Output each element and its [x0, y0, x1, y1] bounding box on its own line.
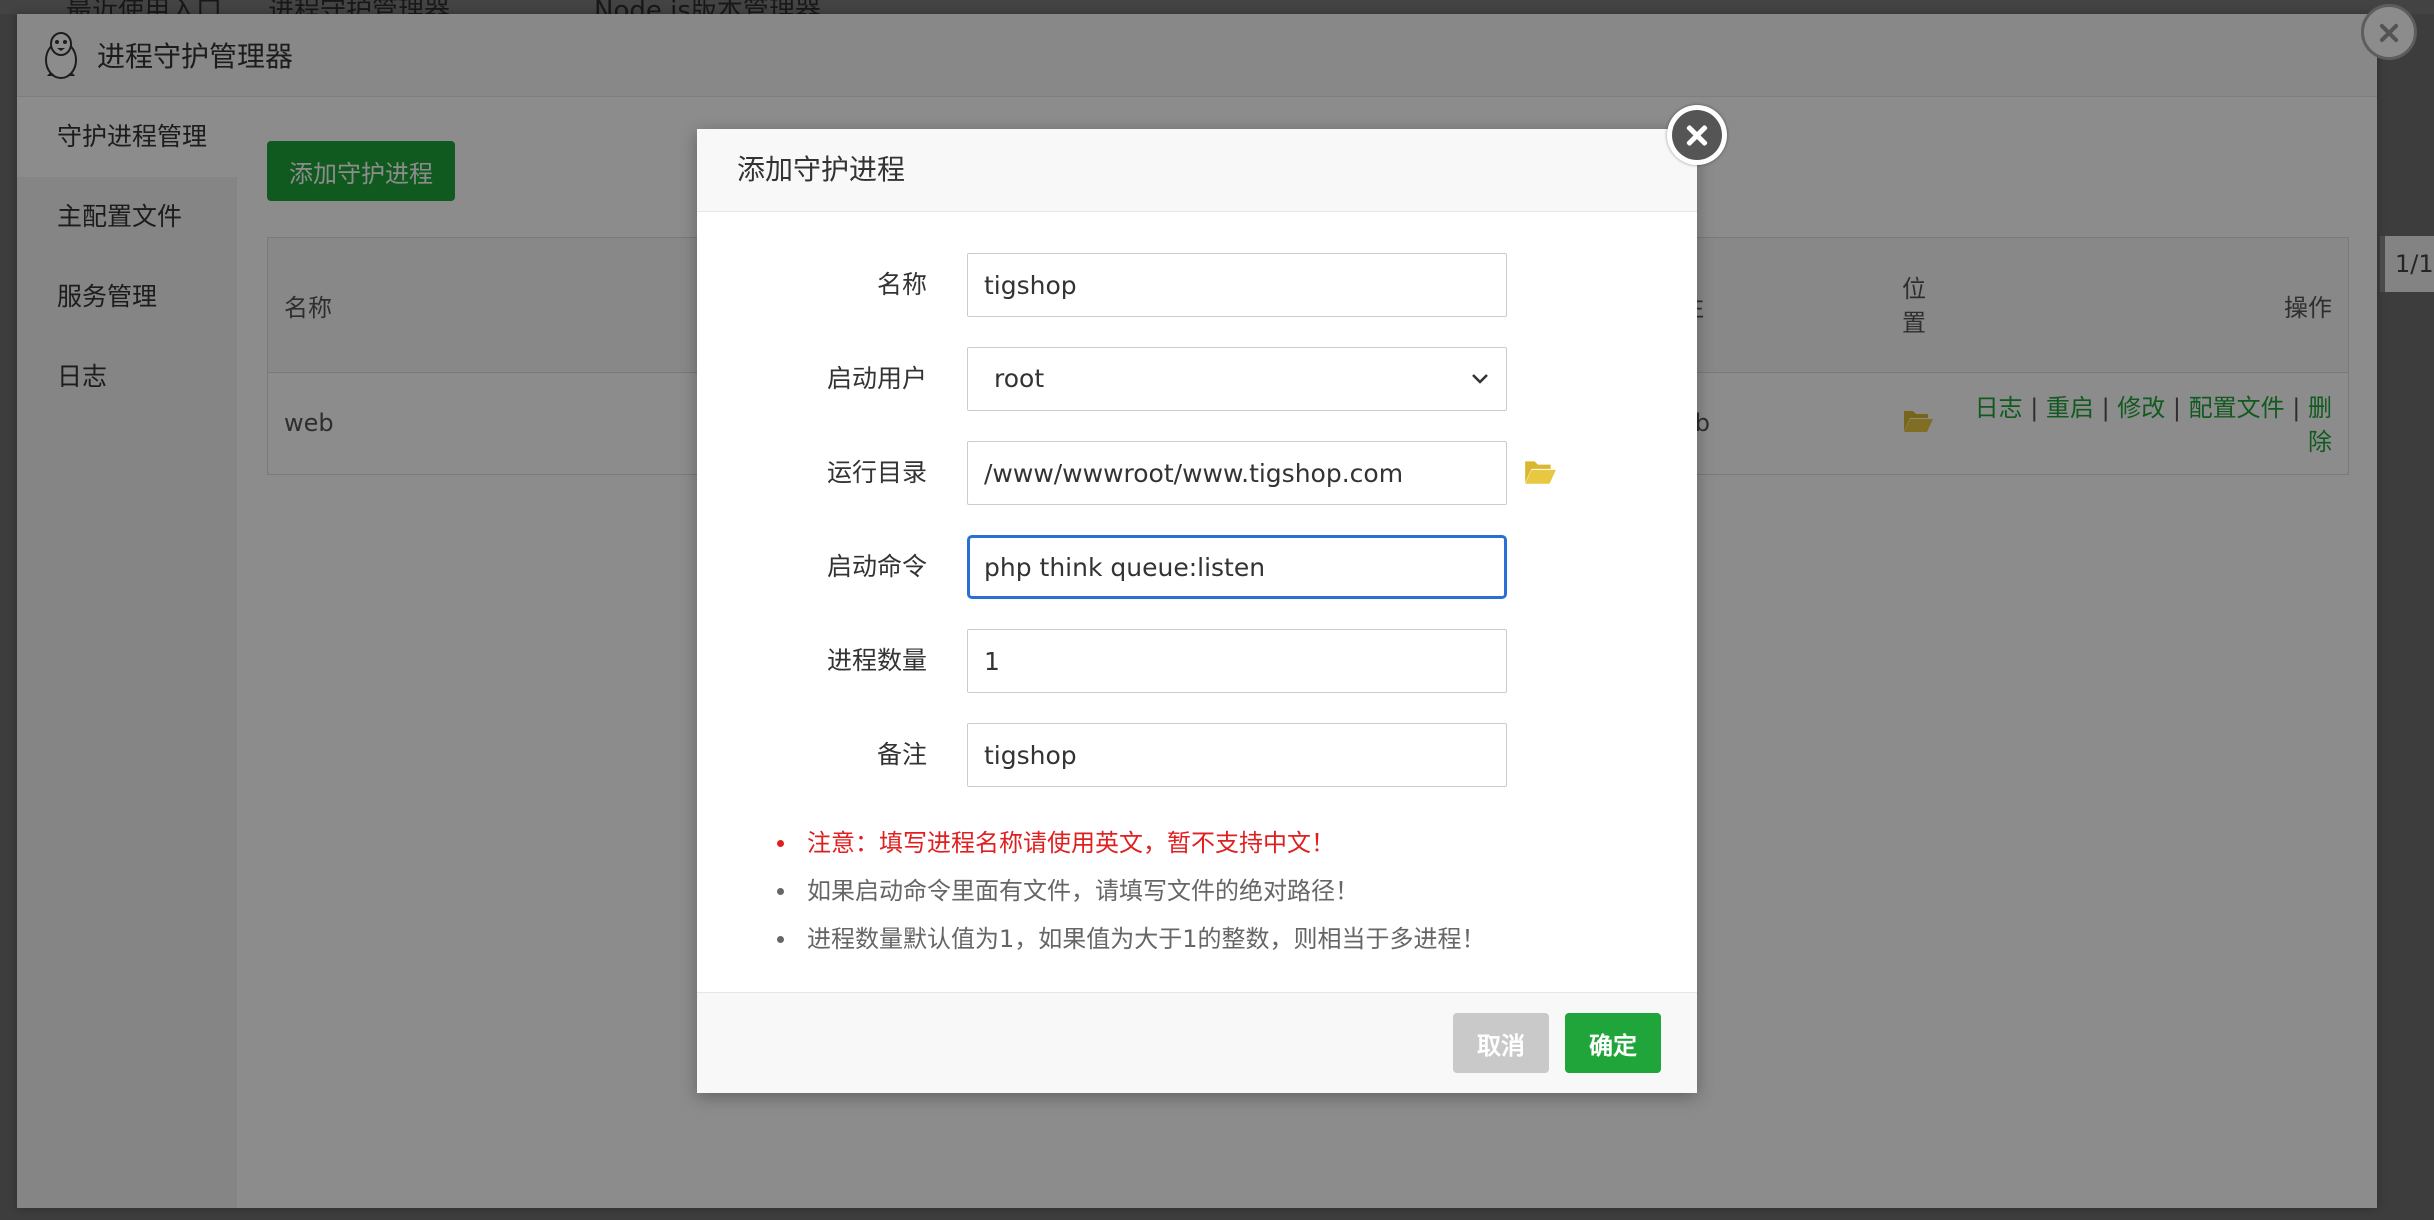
chevron-down-icon — [1472, 374, 1488, 384]
form-row-count: 进程数量 — [697, 629, 1697, 693]
name-input[interactable] — [967, 253, 1507, 317]
folder-open-icon[interactable] — [1523, 455, 1557, 489]
user-select[interactable]: root — [967, 347, 1507, 411]
user-label: 启动用户 — [826, 364, 927, 393]
form-row-dir: 运行目录 — [697, 441, 1697, 505]
note-process-count: 进程数量默认值为1，如果值为大于1的整数，则相当于多进程！ — [771, 915, 1671, 963]
user-select-value: root — [994, 364, 1045, 393]
count-label: 进程数量 — [826, 646, 927, 675]
add-process-dialog: 添加守护进程 名称 启动用户 root 运行目录 启动命令 进程数量 备注 — [697, 105, 1727, 1093]
cancel-button[interactable]: 取消 — [1453, 1013, 1549, 1073]
count-input[interactable] — [967, 629, 1507, 693]
form-row-user: 启动用户 root — [697, 347, 1697, 411]
name-label: 名称 — [876, 270, 927, 299]
dialog-title: 添加守护进程 — [697, 129, 1697, 212]
note-warning: 注意：填写进程名称请使用英文，暂不支持中文！ — [771, 819, 1671, 867]
command-label: 启动命令 — [826, 552, 927, 581]
note-input[interactable] — [967, 723, 1507, 787]
confirm-button[interactable]: 确定 — [1565, 1013, 1661, 1073]
form-row-note: 备注 — [697, 723, 1697, 787]
form-row-name: 名称 — [697, 253, 1697, 317]
dialog-footer: 取消 确定 — [697, 992, 1697, 1093]
command-input[interactable] — [967, 535, 1507, 599]
dialog-close-icon[interactable] — [1667, 105, 1727, 165]
note-label: 备注 — [876, 740, 927, 769]
form-row-command: 启动命令 — [697, 535, 1697, 599]
note-absolute-path: 如果启动命令里面有文件，请填写文件的绝对路径！ — [771, 867, 1671, 915]
dir-label: 运行目录 — [826, 458, 927, 487]
help-notes: 注意：填写进程名称请使用英文，暂不支持中文！ 如果启动命令里面有文件，请填写文件… — [771, 819, 1671, 963]
dir-input[interactable] — [967, 441, 1507, 505]
